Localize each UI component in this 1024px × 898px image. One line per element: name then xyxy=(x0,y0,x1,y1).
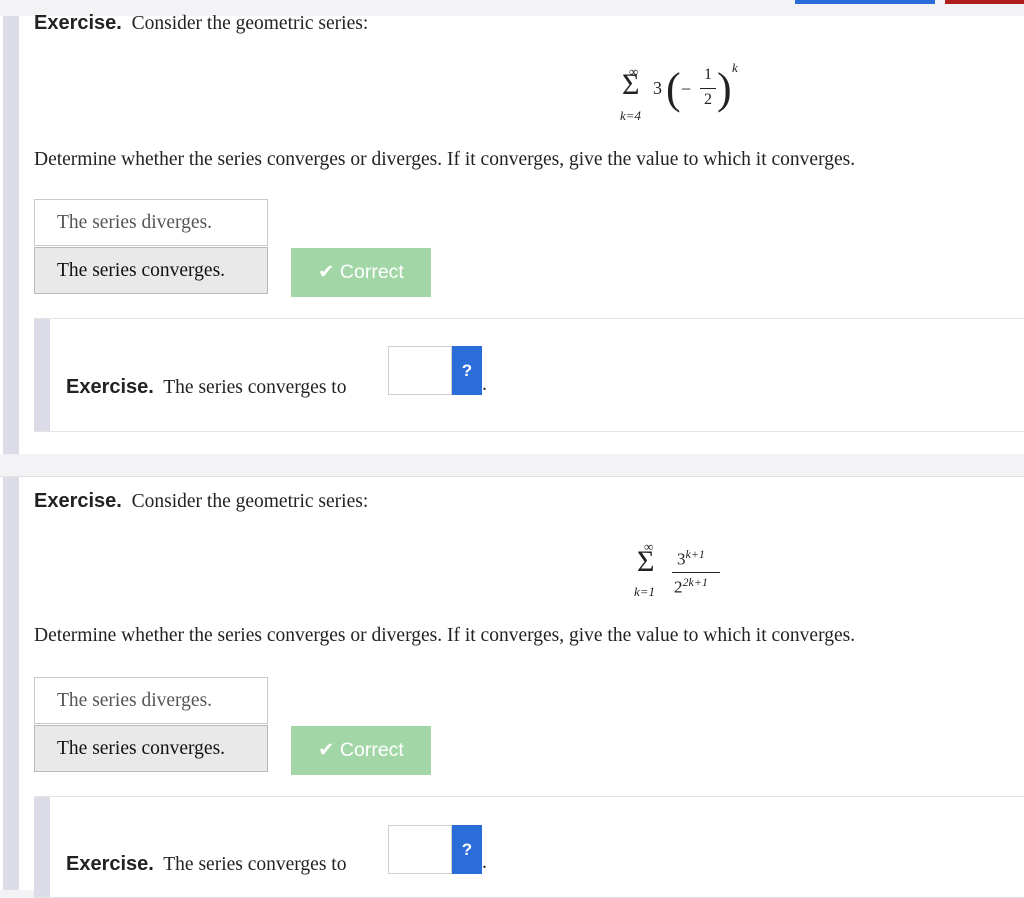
option-diverges[interactable]: The series diverges. xyxy=(34,199,268,246)
option-converges[interactable]: The series converges. xyxy=(34,725,268,772)
exponent: k xyxy=(732,60,738,75)
minus-sign: − xyxy=(681,79,692,99)
exercise-label: Exercise. xyxy=(34,490,122,512)
left-paren-icon: ( xyxy=(666,64,681,113)
sum-lower: k=1 xyxy=(634,584,656,599)
period-text: . xyxy=(482,374,487,395)
series-formula: ∞ Σ k=4 3 ( − 1 2 ) k xyxy=(620,60,750,134)
question-text: Determine whether the series converges o… xyxy=(34,625,856,646)
sub-exercise: Exercise. The series converges to xyxy=(34,796,1024,898)
top-blue-button[interactable] xyxy=(795,0,935,4)
checkmark-icon: ✔ xyxy=(318,739,335,761)
answer-input[interactable] xyxy=(388,346,452,395)
sub-exercise: Exercise. The series converges to xyxy=(34,318,1024,432)
sub-prompt: The series converges to xyxy=(163,377,347,398)
card-accent-bar xyxy=(3,477,19,890)
frac-numerator: 1 xyxy=(704,66,712,83)
answer-input[interactable] xyxy=(388,825,452,874)
question-text: Determine whether the series converges o… xyxy=(34,149,856,170)
fraction-bar xyxy=(672,572,720,573)
correct-label: Correct xyxy=(339,739,404,761)
denominator: 22k+1 xyxy=(674,575,708,598)
exercise-intro: Consider the geometric series: xyxy=(131,491,369,512)
exercise-heading: Exercise. Consider the geometric series: xyxy=(34,12,368,35)
sigma-icon: Σ xyxy=(637,545,655,578)
numerator-base: 3 xyxy=(677,549,686,569)
denominator-base: 2 xyxy=(674,577,683,597)
help-button[interactable]: ? xyxy=(452,825,482,874)
frac-denominator: 2 xyxy=(704,91,712,108)
correct-badge: ✔ Correct xyxy=(291,726,431,775)
exercise-label: Exercise. xyxy=(34,12,122,34)
sub-exercise-text: Exercise. The series converges to xyxy=(66,376,346,399)
sub-accent-bar xyxy=(34,319,50,431)
checkmark-icon: ✔ xyxy=(318,261,335,283)
sub-exercise-label: Exercise. xyxy=(66,376,154,398)
numerator: 3k+1 xyxy=(677,547,705,570)
numerator-exp: k+1 xyxy=(685,547,705,561)
sum-lower: k=4 xyxy=(620,108,642,123)
correct-badge: ✔ Correct xyxy=(291,248,431,297)
sigma-icon: Σ xyxy=(622,68,640,101)
exercise-intro: Consider the geometric series: xyxy=(131,13,369,34)
sub-exercise-label: Exercise. xyxy=(66,853,154,875)
coefficient: 3 xyxy=(653,78,662,98)
sub-accent-bar xyxy=(34,797,50,897)
top-red-button[interactable] xyxy=(945,0,1024,4)
exercise-card-1: Exercise. Consider the geometric series:… xyxy=(0,12,1024,454)
option-converges[interactable]: The series converges. xyxy=(34,247,268,294)
exercise-heading: Exercise. Consider the geometric series: xyxy=(34,490,368,513)
right-paren-icon: ) xyxy=(717,64,732,113)
card-accent-bar xyxy=(3,16,19,454)
period-text: . xyxy=(482,852,487,873)
fraction-bar xyxy=(700,88,716,89)
denominator-exp: 2k+1 xyxy=(682,575,708,589)
option-diverges[interactable]: The series diverges. xyxy=(34,677,268,724)
series-formula: ∞ Σ k=1 3k+1 22k+1 xyxy=(632,537,742,607)
exercise-card-2: Exercise. Consider the geometric series:… xyxy=(0,477,1024,898)
help-button[interactable]: ? xyxy=(452,346,482,395)
sub-prompt: The series converges to xyxy=(163,854,347,875)
correct-label: Correct xyxy=(339,261,404,283)
sub-exercise-text: Exercise. The series converges to xyxy=(66,853,346,876)
